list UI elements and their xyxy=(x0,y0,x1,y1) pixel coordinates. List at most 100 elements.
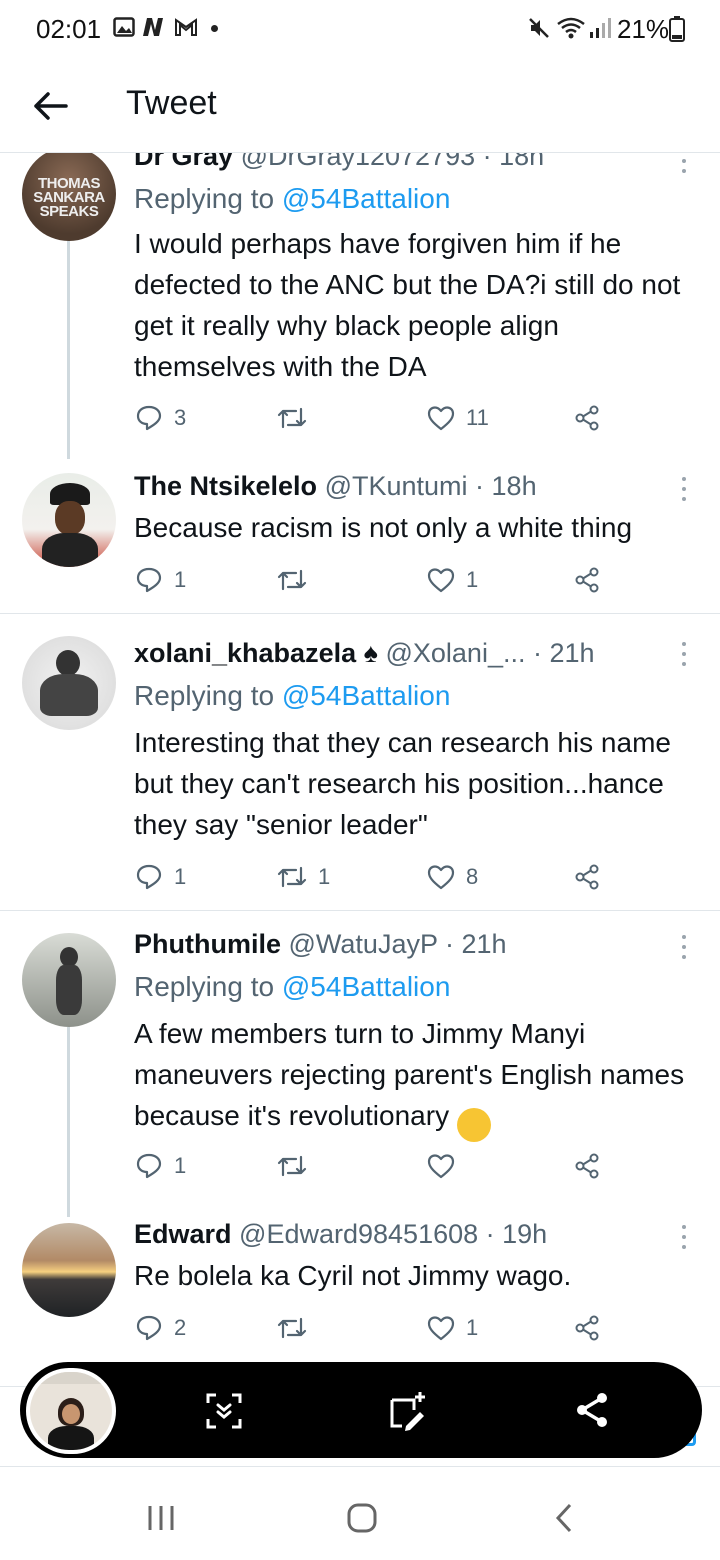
avatar[interactable]: THOMAS SANKARA SPEAKS xyxy=(22,153,116,241)
share-tweet-button[interactable] xyxy=(572,860,602,894)
retweet-button[interactable] xyxy=(276,1311,318,1345)
battery-icon xyxy=(669,16,685,42)
more-options-icon[interactable] xyxy=(676,642,692,670)
like-button[interactable]: 11 xyxy=(426,401,489,435)
mention-link[interactable]: @54Battalion xyxy=(282,680,451,711)
heart-icon xyxy=(427,1154,455,1179)
like-count: 8 xyxy=(466,864,479,889)
retweet-button[interactable] xyxy=(276,563,318,597)
handle[interactable]: @WatuJayP xyxy=(289,929,438,959)
tweet-text: A few members turn to Jimmy Manyi maneuv… xyxy=(134,1013,704,1142)
status-bar: 02:01 21% xyxy=(0,0,720,60)
app-header xyxy=(0,60,720,152)
like-count: 1 xyxy=(466,1315,479,1340)
thread-line xyxy=(67,239,70,459)
avatar[interactable] xyxy=(22,636,116,730)
display-name[interactable]: Dr Gray xyxy=(134,153,233,171)
heart-icon xyxy=(427,865,455,890)
retweet-button[interactable] xyxy=(276,1149,318,1183)
share-icon[interactable] xyxy=(574,1390,610,1430)
heart-icon xyxy=(427,406,455,431)
share-icon xyxy=(575,864,599,890)
share-icon xyxy=(575,567,599,593)
replying-to: Replying to @54Battalion xyxy=(134,183,450,215)
display-name[interactable]: xolani_khabazela xyxy=(134,638,356,668)
tweet-1[interactable]: THOMAS SANKARA SPEAKS Dr Gray @DrGray120… xyxy=(0,153,720,459)
status-time: 02:01 xyxy=(36,14,102,44)
gmail-icon xyxy=(175,18,197,36)
reply-button[interactable]: 3 xyxy=(134,401,186,435)
back-arrow-icon[interactable] xyxy=(30,86,70,126)
more-options-icon[interactable] xyxy=(676,1225,692,1253)
timestamp: · 18h xyxy=(475,471,537,501)
recents-icon[interactable] xyxy=(146,1504,176,1532)
more-options-icon[interactable] xyxy=(676,153,692,177)
share-icon xyxy=(575,1153,599,1179)
name-suffix-icon: ♠ xyxy=(363,638,378,668)
reply-button[interactable]: 2 xyxy=(134,1311,186,1345)
share-tweet-button[interactable] xyxy=(572,1311,602,1345)
tweet-header: Dr Gray @DrGray12072793 · 18h xyxy=(134,153,544,172)
dot-icon xyxy=(211,25,218,32)
mention-link[interactable]: @54Battalion xyxy=(282,971,451,1002)
tweet-text: Interesting that they can research his n… xyxy=(134,727,671,840)
tweet-text: Re bolela ka Cyril not Jimmy wago. xyxy=(134,1260,572,1291)
tweet-header: xolani_khabazela ♠ @Xolani_... · 21h xyxy=(134,638,595,669)
reply-icon xyxy=(136,567,162,593)
retweet-button[interactable] xyxy=(276,401,318,435)
replying-to: Replying to @54Battalion xyxy=(134,680,450,712)
reply-icon xyxy=(136,1315,162,1341)
tweet-5[interactable]: Edward @Edward98451608 · 19h Re bolela k… xyxy=(0,1211,720,1361)
display-name[interactable]: Phuthumile xyxy=(134,929,281,959)
like-button[interactable]: 1 xyxy=(426,1311,478,1345)
tweet-3[interactable]: xolani_khabazela ♠ @Xolani_... · 21h Rep… xyxy=(0,614,720,910)
tweet-2[interactable]: The Ntsikelelo @TKuntumi · 18h Because r… xyxy=(0,459,720,613)
retweet-icon xyxy=(277,569,307,591)
retweet-button[interactable]: 1 xyxy=(276,860,330,894)
edit-crop-icon[interactable] xyxy=(386,1390,430,1432)
handle[interactable]: @TKuntumi xyxy=(325,471,468,501)
handle[interactable]: @DrGray12072793 xyxy=(241,153,476,171)
screenshot-thumbnail[interactable] xyxy=(26,1368,116,1454)
tweet-actions: 2 1 xyxy=(134,1311,614,1345)
avatar[interactable] xyxy=(22,1223,116,1317)
timestamp: · 21h xyxy=(445,929,507,959)
like-button[interactable]: 1 xyxy=(426,563,478,597)
share-tweet-button[interactable] xyxy=(572,1149,602,1183)
scroll-capture-icon[interactable] xyxy=(204,1391,244,1431)
reply-count: 3 xyxy=(174,405,187,430)
like-button[interactable] xyxy=(426,1149,466,1183)
reply-button[interactable]: 1 xyxy=(134,1149,186,1183)
avatar-caption: THOMAS SANKARA SPEAKS xyxy=(33,175,105,220)
reply-icon xyxy=(136,864,162,890)
mention-link[interactable]: @54Battalion xyxy=(282,183,451,214)
display-name[interactable]: The Ntsikelelo xyxy=(134,471,317,501)
share-tweet-button[interactable] xyxy=(572,563,602,597)
signal-icon xyxy=(590,18,611,38)
share-tweet-button[interactable] xyxy=(572,401,602,435)
battery-percent: 21% xyxy=(617,14,670,44)
tweet-actions: 1 1 xyxy=(134,563,614,597)
like-button[interactable]: 8 xyxy=(426,860,478,894)
back-nav-icon[interactable] xyxy=(552,1502,576,1534)
grinning-emoji-icon: 😄 xyxy=(456,1108,491,1142)
display-name[interactable]: Edward xyxy=(134,1219,232,1249)
more-options-icon[interactable] xyxy=(676,935,692,963)
retweet-count: 1 xyxy=(318,864,331,889)
reply-icon xyxy=(136,1153,162,1179)
page-title: Tweet xyxy=(126,84,217,122)
heart-icon xyxy=(427,1316,455,1341)
handle[interactable]: @Xolani_... xyxy=(385,638,525,668)
handle[interactable]: @Edward98451608 xyxy=(239,1219,478,1249)
reply-button[interactable]: 1 xyxy=(134,563,186,597)
gallery-icon xyxy=(113,17,135,37)
reply-count: 1 xyxy=(174,1153,187,1178)
reply-icon xyxy=(136,405,162,431)
more-options-icon[interactable] xyxy=(676,477,692,505)
reply-button[interactable]: 1 xyxy=(134,860,186,894)
home-icon[interactable] xyxy=(346,1502,378,1534)
tweet-header: Phuthumile @WatuJayP · 21h xyxy=(134,929,507,960)
avatar[interactable] xyxy=(22,933,116,1027)
tweet-4[interactable]: Phuthumile @WatuJayP · 21h Replying to @… xyxy=(0,911,720,1217)
avatar[interactable] xyxy=(22,473,116,567)
